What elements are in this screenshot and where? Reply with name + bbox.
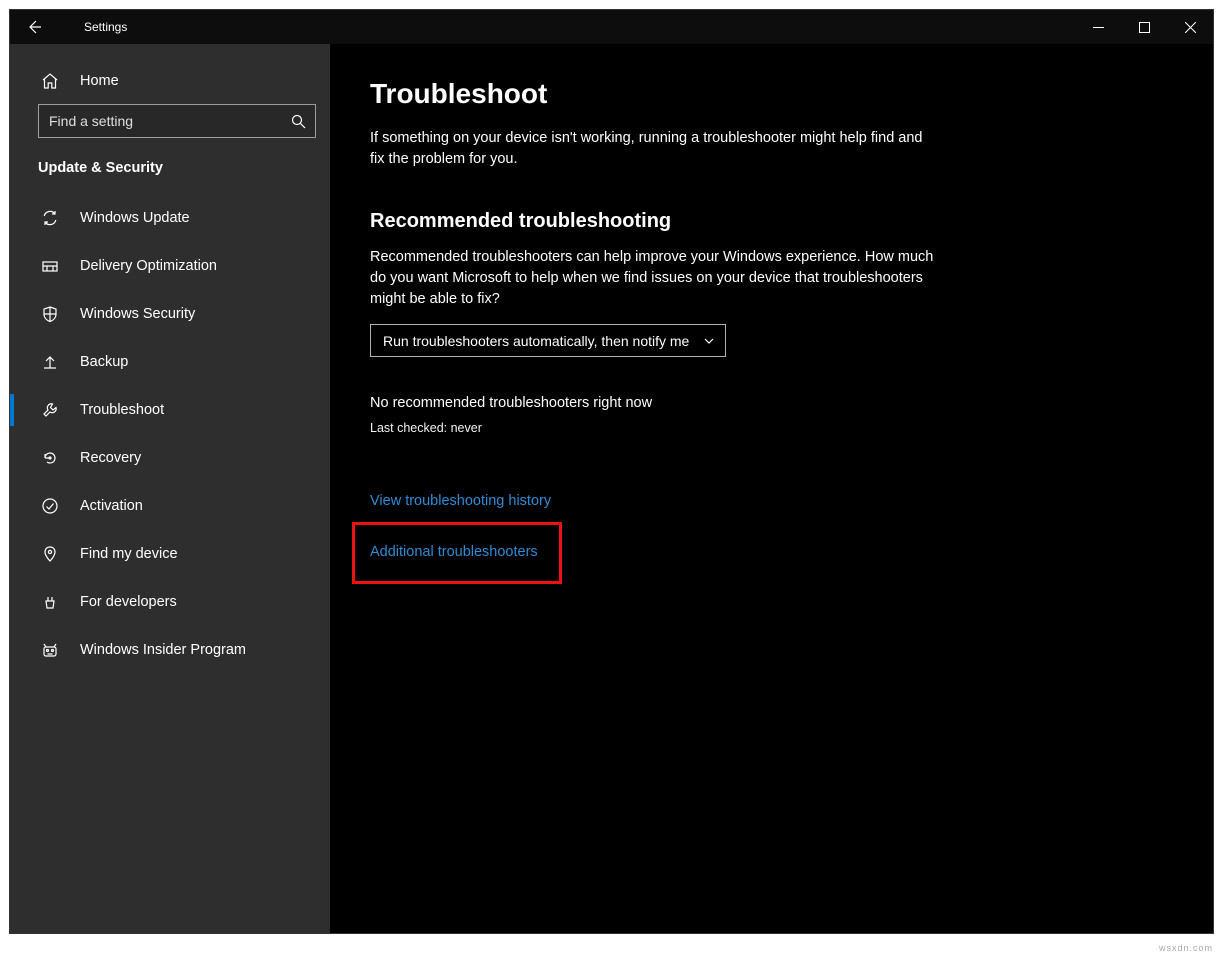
- app-title: Settings: [84, 20, 127, 34]
- delivery-icon: [40, 257, 60, 275]
- sidebar-item-label: Recovery: [80, 450, 141, 466]
- search-input[interactable]: [39, 113, 281, 129]
- sidebar-item-label: Windows Security: [80, 306, 195, 322]
- titlebar: Settings: [10, 10, 1213, 44]
- sidebar-item-delivery-optimization[interactable]: Delivery Optimization: [10, 242, 330, 290]
- sidebar-item-label: Windows Insider Program: [80, 642, 246, 658]
- sidebar-item-windows-update[interactable]: Windows Update: [10, 194, 330, 242]
- troubleshoot-icon: [40, 401, 60, 419]
- sync-icon: [40, 209, 60, 227]
- close-icon: [1185, 22, 1196, 33]
- activation-icon: [40, 497, 60, 515]
- maximize-button[interactable]: [1121, 10, 1167, 44]
- section-description: Recommended troubleshooters can help imp…: [370, 247, 950, 310]
- troubleshooter-mode-dropdown[interactable]: Run troubleshooters automatically, then …: [370, 324, 726, 357]
- dropdown-value: Run troubleshooters automatically, then …: [383, 333, 689, 349]
- sidebar-section-title: Update & Security: [10, 152, 330, 194]
- caption-controls: [1075, 10, 1213, 44]
- recovery-icon: [40, 449, 60, 467]
- content-area: Troubleshoot If something on your device…: [330, 44, 1213, 933]
- sidebar: Home Update & Security Windows Update Del…: [10, 44, 330, 933]
- sidebar-item-activation[interactable]: Activation: [10, 482, 330, 530]
- window-body: Home Update & Security Windows Update Del…: [10, 44, 1213, 933]
- last-checked-text: Last checked: never: [370, 421, 1173, 435]
- developers-icon: [40, 593, 60, 611]
- minimize-icon: [1093, 22, 1104, 33]
- sidebar-item-find-my-device[interactable]: Find my device: [10, 530, 330, 578]
- findmydevice-icon: [40, 545, 60, 563]
- sidebar-item-label: Find my device: [80, 546, 178, 562]
- additional-troubleshooters-link[interactable]: Additional troubleshooters: [370, 544, 538, 560]
- sidebar-item-label: Windows Update: [80, 210, 190, 226]
- arrow-left-icon: [26, 19, 42, 35]
- search-icon: [281, 114, 315, 129]
- minimize-button[interactable]: [1075, 10, 1121, 44]
- nav-list: Windows Update Delivery Optimization Windo…: [10, 194, 330, 674]
- sidebar-item-for-developers[interactable]: For developers: [10, 578, 330, 626]
- sidebar-item-label: Activation: [80, 498, 143, 514]
- page-intro: If something on your device isn't workin…: [370, 128, 930, 170]
- settings-window: Settings Home: [9, 9, 1214, 934]
- sidebar-item-windows-insider-program[interactable]: Windows Insider Program: [10, 626, 330, 674]
- home-label: Home: [80, 73, 119, 89]
- sidebar-item-label: For developers: [80, 594, 177, 610]
- maximize-icon: [1139, 22, 1150, 33]
- home-button[interactable]: Home: [10, 62, 330, 100]
- view-history-link[interactable]: View troubleshooting history: [370, 493, 551, 509]
- close-button[interactable]: [1167, 10, 1213, 44]
- sidebar-item-label: Troubleshoot: [80, 402, 164, 418]
- shield-icon: [40, 305, 60, 323]
- chevron-down-icon: [703, 335, 715, 347]
- sidebar-item-troubleshoot[interactable]: Troubleshoot: [10, 386, 330, 434]
- sidebar-item-label: Delivery Optimization: [80, 258, 217, 274]
- page-title: Troubleshoot: [370, 78, 1173, 110]
- sidebar-item-recovery[interactable]: Recovery: [10, 434, 330, 482]
- search-container: [38, 104, 316, 138]
- home-icon: [40, 72, 60, 90]
- attribution-text: wsxdn.com: [1159, 943, 1213, 953]
- sidebar-item-windows-security[interactable]: Windows Security: [10, 290, 330, 338]
- back-button[interactable]: [10, 10, 58, 44]
- section-heading: Recommended troubleshooting: [370, 210, 1173, 233]
- status-text: No recommended troubleshooters right now: [370, 395, 1173, 411]
- insider-icon: [40, 641, 60, 659]
- sidebar-item-label: Backup: [80, 354, 128, 370]
- search-box[interactable]: [38, 104, 316, 138]
- backup-icon: [40, 353, 60, 371]
- sidebar-item-backup[interactable]: Backup: [10, 338, 330, 386]
